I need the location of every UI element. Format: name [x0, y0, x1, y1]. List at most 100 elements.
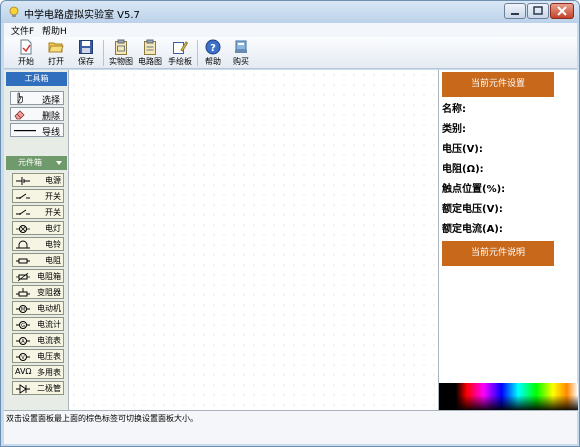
cart-icon	[235, 40, 247, 53]
status-bar: 双击设置面板最上面的棕色标签可切换设置面板大小。	[4, 410, 577, 444]
component-diode-button[interactable]: 二极管	[12, 381, 64, 395]
circuit-diagram-label: 电路图	[138, 57, 162, 66]
close-icon	[557, 6, 567, 16]
open-folder-icon	[48, 42, 64, 53]
component-label: 电压表	[37, 352, 61, 361]
toolbar: 开始 打开 保存 实物图 电路图 手绘板 ? 帮助 购买	[4, 37, 577, 69]
clipboard-icon	[115, 39, 127, 55]
component-bell-button[interactable]: 电铃	[12, 237, 64, 251]
eraser-icon	[14, 110, 25, 120]
component-label: 电阻箱	[37, 272, 61, 281]
hand-pointer-icon	[17, 92, 23, 104]
chevron-down-icon	[56, 161, 62, 165]
component-label: 电源	[45, 176, 61, 185]
voltmeter-icon: V	[16, 353, 30, 361]
property-label: 名称:	[442, 104, 466, 115]
component-label: 电动机	[37, 304, 61, 313]
sketchpad-label: 手绘板	[168, 57, 192, 66]
component-battery-button[interactable]: 电源	[12, 173, 64, 187]
new-file-icon	[20, 39, 32, 55]
open-label: 打开	[48, 57, 64, 66]
component-lamp-button[interactable]: 电灯	[12, 221, 64, 235]
ammeter-icon: A	[16, 337, 30, 345]
component-resistor-button[interactable]: 电阻	[12, 253, 64, 267]
circuit-canvas[interactable]	[69, 70, 438, 410]
buy-button[interactable]: 购买	[230, 39, 252, 67]
close-button[interactable]	[550, 3, 574, 19]
menu-help[interactable]: 帮助H	[42, 24, 67, 37]
lamp-icon	[16, 225, 30, 233]
component-label: 电灯	[45, 224, 61, 233]
wire-line-icon	[14, 130, 36, 132]
component-multimeter-button[interactable]: AVΩ 多用表	[12, 365, 64, 379]
toolbox-header[interactable]: 工具箱	[6, 72, 67, 86]
tool-wire-button[interactable]: 导线	[10, 123, 64, 138]
svg-text:A: A	[21, 339, 25, 345]
help-button[interactable]: ? 帮助	[202, 39, 224, 67]
lightbulb-icon	[9, 6, 19, 17]
help-label: 帮助	[205, 57, 221, 66]
property-label: 类别:	[442, 124, 466, 135]
bell-icon	[16, 240, 30, 249]
physical-view-button[interactable]: 实物图	[108, 39, 134, 67]
diode-icon	[16, 384, 30, 394]
switch-icon	[16, 209, 30, 215]
switch-icon	[16, 193, 30, 199]
property-label: 电阻(Ω):	[442, 164, 484, 175]
component-label: 变阻器	[37, 288, 61, 297]
open-button[interactable]: 打开	[45, 39, 67, 67]
tool-select-label: 选择	[41, 96, 60, 106]
component-label: 电铃	[45, 240, 61, 249]
start-label: 开始	[18, 57, 34, 66]
component-label: 开关	[45, 208, 61, 217]
maximize-icon	[533, 6, 543, 15]
component-settings-header[interactable]: 当前元件设置	[442, 72, 554, 97]
property-label: 电压(V):	[442, 144, 483, 155]
maximize-button[interactable]	[527, 3, 549, 19]
svg-text:V: V	[21, 355, 25, 361]
circuit-diagram-button[interactable]: 电路图	[137, 39, 163, 67]
component-label: 二极管	[37, 384, 61, 393]
component-label: 电阻	[45, 256, 61, 265]
galvanometer-icon: G	[16, 321, 30, 329]
save-button[interactable]: 保存	[75, 39, 97, 67]
component-switch-button[interactable]: 开关	[12, 189, 64, 203]
pencil-board-icon	[173, 41, 188, 54]
properties-panel: 当前元件设置 名称: 类别: 电压(V): 电阻(Ω): 触点位置(%): 额定电压(V)…	[438, 70, 578, 410]
resistor-icon	[16, 258, 30, 264]
physical-view-label: 实物图	[109, 57, 133, 66]
property-label: 额定电压(V):	[442, 204, 503, 215]
minimize-button[interactable]	[504, 3, 526, 19]
save-label: 保存	[78, 57, 94, 66]
components-header-label: 元件箱	[18, 158, 42, 167]
component-rheostat-button[interactable]: 变阻器	[12, 285, 64, 299]
component-resistor-box-button[interactable]: 电阻箱	[12, 269, 64, 283]
component-label: 电流计	[37, 320, 61, 329]
save-disk-icon	[79, 40, 93, 54]
tool-select-button[interactable]: 选择	[10, 91, 64, 106]
color-spectrum-picker[interactable]	[439, 383, 578, 410]
component-label: 开关	[45, 192, 61, 201]
tool-delete-label: 删除	[41, 112, 60, 122]
component-switch-button[interactable]: 开关	[12, 205, 64, 219]
toolbar-separator	[197, 40, 198, 66]
tool-delete-button[interactable]: 删除	[10, 107, 64, 122]
component-galvanometer-button[interactable]: G 电流计	[12, 317, 64, 331]
start-button[interactable]: 开始	[15, 39, 37, 67]
property-label: 额定电流(A):	[442, 224, 503, 235]
svg-text:M: M	[21, 307, 25, 313]
component-description-header[interactable]: 当前元件说明	[442, 241, 554, 266]
component-ammeter-button[interactable]: A 电流表	[12, 333, 64, 347]
toolbar-separator	[103, 40, 104, 66]
clipboard-icon	[144, 39, 156, 55]
rheostat-icon	[16, 288, 30, 297]
components-header[interactable]: 元件箱	[6, 156, 67, 170]
component-voltmeter-button[interactable]: V 电压表	[12, 349, 64, 363]
property-label: 触点位置(%):	[442, 184, 506, 195]
menu-file[interactable]: 文件F	[11, 24, 34, 37]
sketchpad-button[interactable]: 手绘板	[167, 39, 193, 67]
motor-icon: M	[16, 305, 30, 313]
window-title: 中学电路虚拟实验室 V5.7	[24, 10, 140, 21]
help-icon: ?	[205, 39, 221, 55]
component-motor-button[interactable]: M 电动机	[12, 301, 64, 315]
